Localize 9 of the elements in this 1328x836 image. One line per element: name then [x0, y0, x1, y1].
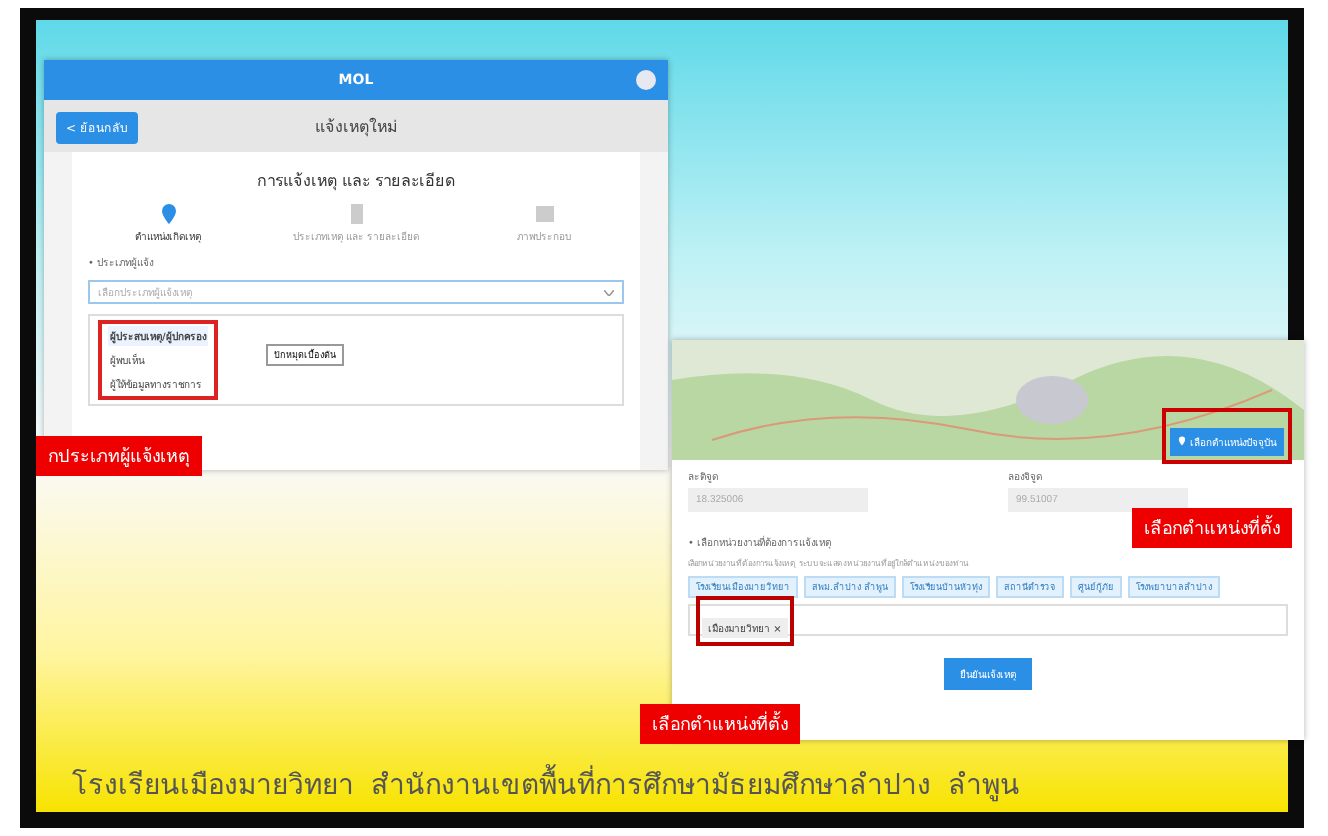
card-title: การแจ้งเหตุ และ รายละเอียด [254, 170, 458, 194]
location-pin-icon [1178, 436, 1186, 446]
user-avatar[interactable] [636, 70, 656, 90]
callout-label: เลือกตำแหน่งที่ตั้ง [1132, 508, 1292, 548]
chevron-down-icon [604, 289, 614, 295]
page-title: แจ้งเหตุใหม่ [315, 115, 397, 139]
callout-label: เลือกตำแหน่งที่ตั้ง [640, 704, 800, 744]
footer-text: โรงเรียนเมืองมายวิทยา สำนักงานเขตพื้นที่การศึกษามัธยมศึกษาลำปาง ลำพูน [36, 762, 1288, 812]
callout-label: กประเภทผู้แจ้งเหตุ [36, 436, 202, 476]
